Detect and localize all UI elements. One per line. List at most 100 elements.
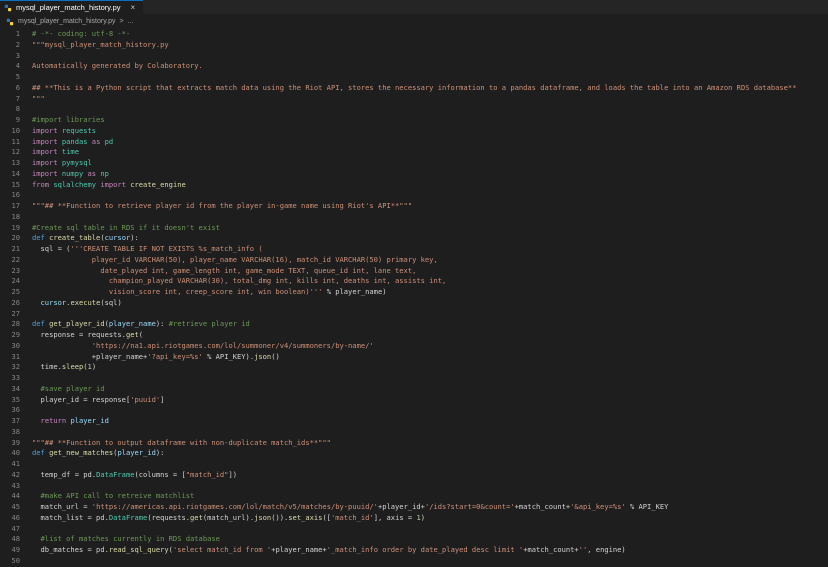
code-line[interactable]: 45 match_url = 'https://americas.api.rio…	[0, 502, 828, 513]
code-token: cursor	[32, 297, 67, 307]
code-line[interactable]: 38	[0, 427, 828, 438]
code-line[interactable]: 26 cursor.execute(sql)	[0, 298, 828, 309]
code-line[interactable]: 25 vision_score int, creep_score int, wi…	[0, 287, 828, 298]
code-token: ])	[228, 469, 238, 479]
code-line[interactable]: 48 #list of matches currently in RDS dat…	[0, 534, 828, 545]
code-line[interactable]: 37 return player_id	[0, 416, 828, 427]
code-token: sql = (	[32, 244, 71, 253]
code-line[interactable]: 6 ## **This is a Python script that extra…	[0, 83, 828, 94]
line-number: 22	[11, 254, 20, 264]
line-number: 14	[11, 168, 20, 178]
code-line[interactable]: 50	[0, 556, 828, 567]
code-line[interactable]: 49 db_matches = pd.read_sql_query('selec…	[0, 545, 828, 556]
code-text: champion_played VARCHAR(30), total_dmg i…	[20, 276, 446, 287]
code-line[interactable]: 15 from sqlalchemy import create_engine	[0, 180, 828, 191]
code-token: requests	[57, 125, 97, 135]
code-token: response = requests.	[32, 330, 126, 339]
code-text: time.sleep(1)	[20, 362, 97, 373]
line-number: 28	[11, 319, 20, 329]
code-line[interactable]: 20 def create_table(cursor):	[0, 233, 828, 244]
line-number: 44	[11, 491, 20, 501]
code-line[interactable]: 4 Automatically generated by Colaboratory…	[0, 61, 828, 72]
code-token: ## **This is a Python script that extrac…	[32, 82, 797, 92]
code-line[interactable]: 10 import requests	[0, 126, 828, 137]
code-line[interactable]: 47	[0, 524, 828, 535]
close-icon[interactable]: ×	[131, 3, 136, 12]
code-line[interactable]: 8	[0, 104, 828, 115]
code-line[interactable]: 23 date_played int, game_length int, gam…	[0, 266, 828, 277]
code-token: Automatically generated by Colaboratory.	[32, 61, 203, 71]
python-file-icon	[6, 18, 14, 25]
line-number: 34	[11, 383, 20, 393]
code-line[interactable]: 34 #save player id	[0, 384, 828, 395]
code-line[interactable]: 27	[0, 309, 828, 320]
code-token: import	[32, 125, 58, 135]
code-line[interactable]: 3	[0, 51, 828, 62]
code-line[interactable]: 43	[0, 481, 828, 492]
code-line[interactable]: 28 def get_player_id(player_name): #retri…	[0, 319, 828, 330]
breadcrumb-more[interactable]: ...	[128, 18, 134, 25]
code-token: def	[32, 319, 45, 329]
code-line[interactable]: 5	[0, 72, 828, 83]
line-number: 2	[15, 39, 20, 49]
code-text: def get_new_matches(player_id):	[20, 448, 164, 459]
line-number: 25	[11, 287, 20, 296]
code-line[interactable]: 16	[0, 190, 828, 201]
code-line[interactable]: 22 player_id VARCHAR(50), player_name VA…	[0, 255, 828, 266]
code-token: )	[420, 512, 425, 522]
code-line[interactable]: 7 """	[0, 94, 828, 105]
code-line[interactable]: 31 +player_name+'?api_key=%s' % API_KEY)…	[0, 352, 828, 363]
code-line[interactable]: 2 """mysql_player_match_history.py	[0, 40, 828, 51]
code-line[interactable]: 19 #Create sql table in RDS if it doesn't…	[0, 223, 828, 234]
line-number: 47	[11, 523, 20, 533]
code-line[interactable]: 18	[0, 212, 828, 223]
code-line[interactable]: 42 temp_df = pd.DataFrame(columns = ["ma…	[0, 470, 828, 481]
code-line[interactable]: 9 #import libraries	[0, 115, 828, 126]
code-line[interactable]: 35 player_id = response['puuid']	[0, 395, 828, 406]
line-number: 41	[11, 459, 20, 468]
code-line[interactable]: 21 sql = ('''CREATE TABLE IF NOT EXISTS …	[0, 244, 828, 255]
code-line[interactable]: 13 import pymysql	[0, 158, 828, 169]
code-token: get_player_id	[44, 319, 105, 329]
tab-mysql-player-match-history[interactable]: mysql_player_match_history.py ×	[0, 0, 144, 14]
code-token: ):	[130, 233, 139, 243]
code-line[interactable]: 17 """## **Function to retrieve player id…	[0, 201, 828, 212]
code-line[interactable]: 30 'https://na1.api.riotgames.com/lol/su…	[0, 341, 828, 352]
code-editor[interactable]: 1 # -*- coding: utf-8 -*- 2 """mysql_player…	[0, 29, 828, 567]
code-token: import	[32, 158, 58, 167]
code-token: 'select match_id from '	[172, 545, 272, 554]
code-line[interactable]: 14 import numpy as np	[0, 169, 828, 180]
code-line[interactable]: 1 # -*- coding: utf-8 -*-	[0, 29, 828, 40]
line-number: 9	[15, 115, 20, 124]
line-number: 6	[15, 82, 20, 92]
code-token: DataFrame	[96, 469, 135, 479]
code-line[interactable]: 41	[0, 459, 828, 470]
code-line[interactable]: 36	[0, 405, 828, 416]
code-line[interactable]: 12 import time	[0, 147, 828, 158]
code-token: DataFrame	[108, 512, 148, 522]
code-line[interactable]: 32 time.sleep(1)	[0, 362, 828, 373]
code-line[interactable]: 39 """## **Function to output dataframe w…	[0, 438, 828, 449]
code-token: '?api_key=%s'	[147, 351, 203, 361]
code-token: player_id	[66, 416, 109, 425]
code-token: (requests.	[147, 512, 191, 522]
code-line[interactable]: 33	[0, 373, 828, 384]
code-line[interactable]: 29 response = requests.get(	[0, 330, 828, 341]
code-line[interactable]: 24 champion_played VARCHAR(30), total_dm…	[0, 276, 828, 287]
code-text: """mysql_player_match_history.py	[20, 40, 169, 51]
line-number: 42	[11, 469, 20, 479]
breadcrumb-file[interactable]: mysql_player_match_history.py	[18, 18, 116, 25]
code-token: (columns = [	[134, 469, 186, 479]
code-line[interactable]: 40 def get_new_matches(player_id):	[0, 448, 828, 459]
code-line[interactable]: 46 match_list = pd.DataFrame(requests.ge…	[0, 513, 828, 524]
code-line[interactable]: 44 #make API call to retreive matchlist	[0, 491, 828, 502]
code-token: (sql)	[100, 297, 122, 307]
code-text: db_matches = pd.read_sql_query('select m…	[20, 545, 626, 556]
code-token: get	[125, 330, 139, 339]
code-line[interactable]: 11 import pandas as pd	[0, 137, 828, 148]
